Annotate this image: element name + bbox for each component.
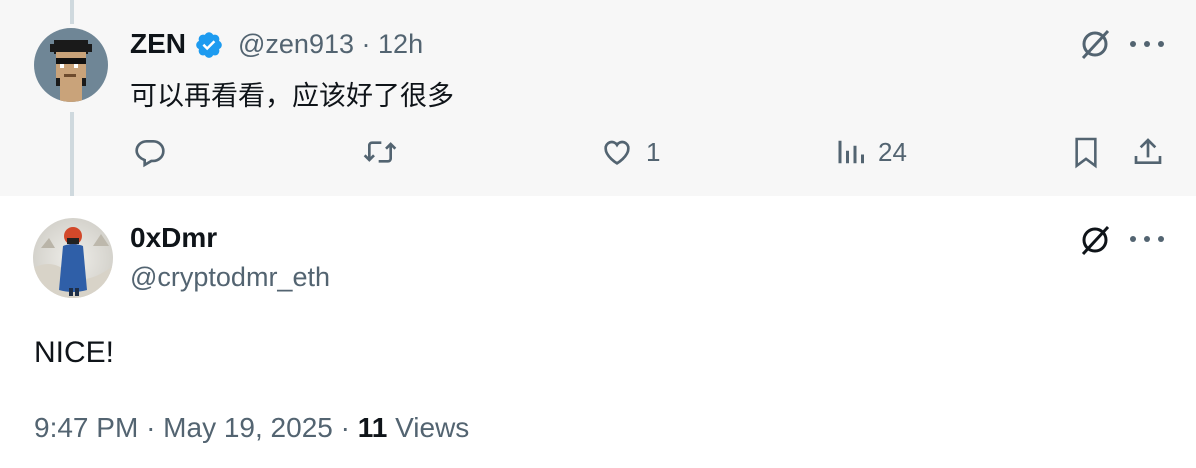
- parent-author-name[interactable]: ZEN: [130, 28, 186, 60]
- thread-line-top: [70, 0, 74, 24]
- like-button[interactable]: 1: [600, 136, 660, 168]
- repost-icon: [363, 141, 397, 163]
- parent-tweet-text: 可以再看看，应该好了很多: [130, 81, 454, 111]
- repost-button[interactable]: [362, 136, 410, 168]
- tweet-meta: 9:47 PM · May 19, 2025 · 11 Views: [34, 412, 469, 444]
- views-label: Views: [395, 412, 470, 443]
- views-button[interactable]: 24: [836, 136, 907, 168]
- grok-icon[interactable]: [1078, 223, 1112, 257]
- avatar-0xdmr[interactable]: [33, 218, 113, 298]
- reply-author-handle[interactable]: @cryptodmr_eth: [130, 262, 330, 293]
- parent-time[interactable]: 12h: [378, 29, 423, 59]
- reply-author-name[interactable]: 0xDmr: [130, 222, 217, 254]
- parent-author-handle[interactable]: @zen913: [238, 29, 354, 59]
- more-icon[interactable]: [1130, 38, 1164, 50]
- reply-tweet-text: NICE!: [34, 336, 115, 369]
- more-icon[interactable]: [1130, 233, 1164, 245]
- share-icon[interactable]: [1132, 136, 1164, 168]
- reply-button[interactable]: [134, 136, 178, 168]
- views-icon: [838, 140, 864, 164]
- tweet-time[interactable]: 9:47 PM: [34, 412, 138, 443]
- verified-badge-icon[interactable]: [194, 30, 224, 60]
- like-count: 1: [646, 136, 661, 167]
- parent-author-meta: @zen913 · 12h: [238, 29, 423, 60]
- thread-line-connector: [70, 112, 74, 196]
- meta-separator: ·: [146, 412, 156, 443]
- views-count: 11: [357, 412, 388, 443]
- grok-icon[interactable]: [1078, 27, 1112, 61]
- avatar-zen[interactable]: [34, 28, 108, 102]
- parent-tweet[interactable]: ZEN @zen913 · 12h 可以再看看，应该好了很多 1 24: [0, 0, 1196, 196]
- reply-icon: [135, 140, 165, 168]
- views-count: 24: [878, 136, 907, 167]
- meta-separator: ·: [340, 412, 350, 443]
- like-icon: [604, 140, 630, 165]
- bookmark-icon[interactable]: [1072, 136, 1100, 170]
- meta-separator: ·: [361, 29, 371, 59]
- tweet-date[interactable]: May 19, 2025: [163, 412, 333, 443]
